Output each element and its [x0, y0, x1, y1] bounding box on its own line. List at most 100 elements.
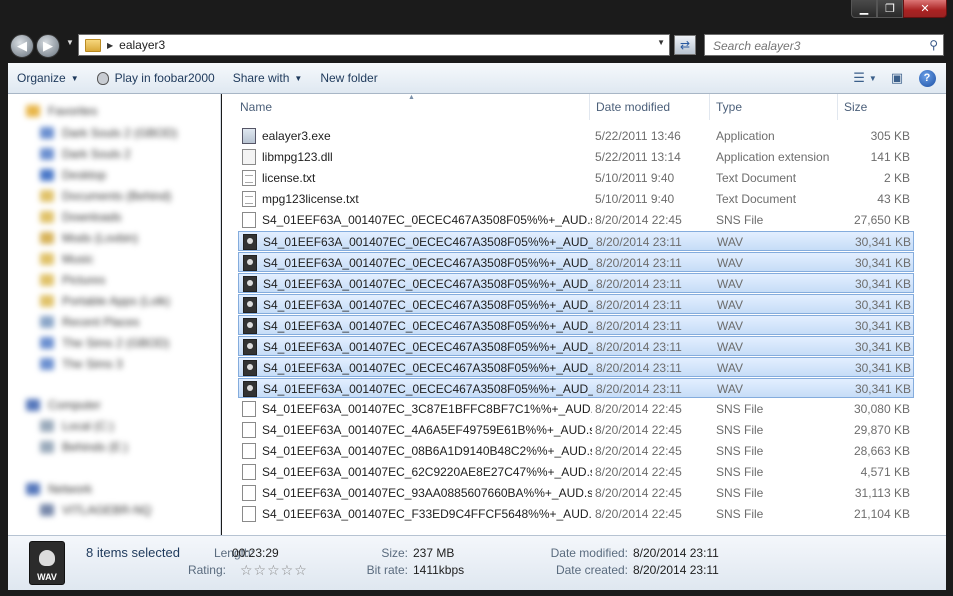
nav-item-label: VITLAGEBR-NQ — [62, 503, 152, 517]
column-date-header[interactable]: Date modified — [590, 94, 710, 120]
nav-item[interactable]: The Sims 3 — [40, 357, 123, 371]
address-bar[interactable]: ▶ ealayer3 ▼ — [78, 34, 670, 56]
file-name-cell: S4_01EEF63A_001407EC_0ECEC467A3508F05%%+… — [242, 210, 592, 230]
file-row[interactable]: mpg123license.txt 5/10/2011 9:40 Text Docu… — [238, 189, 914, 209]
maximize-button[interactable]: ❐ — [877, 0, 903, 18]
navigation-pane: Favorites Dark Souls 2 (GBOD) Dark Souls 2… — [8, 94, 221, 535]
nav-item-label: Local (C:) — [62, 419, 115, 433]
nav-item[interactable]: Behinds (E:) — [40, 440, 128, 454]
nav-item[interactable]: The Sims 2 (GBOD) — [40, 336, 169, 350]
nav-item-label: Network — [48, 482, 93, 496]
nav-item-label: Portable Apps (Lolk) — [62, 294, 171, 308]
file-row[interactable]: S4_01EEF63A_001407EC_3C87E1BFFC8BF7C1%%+… — [238, 399, 914, 419]
nav-item[interactable]: Dark Souls 2 (GBOD) — [40, 126, 177, 140]
nav-item-label: Pictures — [62, 273, 106, 287]
file-list: Name Date modified Type Size ▲ ealayer3.… — [222, 94, 946, 535]
recent-pages-dropdown[interactable]: ▼ — [66, 38, 74, 47]
file-row[interactable]: S4_01EEF63A_001407EC_0ECEC467A3508F05%%+… — [238, 378, 914, 398]
file-row[interactable]: S4_01EEF63A_001407EC_0ECEC467A3508F05%%+… — [238, 315, 914, 335]
nav-item[interactable]: Recent Places — [40, 315, 139, 329]
file-row[interactable]: S4_01EEF63A_001407EC_0ECEC467A3508F05%%+… — [238, 252, 914, 272]
file-row[interactable]: S4_01EEF63A_001407EC_0ECEC467A3508F05%%+… — [238, 231, 914, 251]
file-row[interactable]: S4_01EEF63A_001407EC_4A6A5EF49759E61B%%+… — [238, 420, 914, 440]
nav-item[interactable]: Documents (Behind) — [40, 189, 171, 203]
nav-item[interactable]: VITLAGEBR-NQ — [40, 503, 151, 517]
file-name: license.txt — [262, 171, 316, 185]
organize-button[interactable]: Organize ▼ — [8, 66, 88, 90]
nav-item-icon — [26, 483, 40, 495]
file-type: SNS File — [716, 507, 764, 521]
file-type: WAV — [717, 382, 743, 396]
nav-item[interactable]: Favorites — [26, 104, 97, 118]
search-input[interactable] — [711, 36, 925, 56]
file-type: SNS File — [716, 444, 764, 458]
file-date: 8/20/2014 23:11 — [596, 277, 682, 291]
column-type-header[interactable]: Type — [710, 94, 838, 120]
nav-item[interactable]: Dark Souls 2 — [40, 147, 131, 161]
new-folder-button[interactable]: New folder — [311, 66, 386, 90]
nav-item-icon — [40, 211, 54, 223]
rating-stars[interactable]: ☆☆☆☆☆ — [240, 562, 308, 579]
preview-pane-button[interactable]: ▣ — [884, 67, 910, 89]
file-row[interactable]: S4_01EEF63A_001407EC_93AA0885607660BA%%+… — [238, 483, 914, 503]
forward-button[interactable]: ▶ — [36, 34, 60, 58]
foobar-alien-icon — [96, 71, 109, 85]
nav-item[interactable]: Pictures — [40, 273, 105, 287]
share-with-button[interactable]: Share with ▼ — [224, 66, 312, 90]
breadcrumb-current[interactable]: ealayer3 — [119, 38, 165, 52]
refresh-icon: ⇄ — [679, 38, 691, 52]
nav-item[interactable]: Music — [40, 252, 93, 266]
organize-label: Organize — [17, 71, 66, 85]
column-size-header[interactable]: Size — [838, 94, 918, 120]
file-row[interactable]: S4_01EEF63A_001407EC_0ECEC467A3508F05%%+… — [238, 210, 914, 230]
nav-item[interactable]: Local (C:) — [40, 419, 114, 433]
file-name: S4_01EEF63A_001407EC_0ECEC467A3508F05%%+… — [263, 256, 593, 270]
file-row[interactable]: S4_01EEF63A_001407EC_62C9220AE8E27C47%%+… — [238, 462, 914, 482]
wav-file-icon — [243, 381, 257, 397]
file-type: WAV — [717, 235, 743, 249]
file-size: 30,341 KB — [854, 298, 911, 312]
refresh-button[interactable]: ⇄ — [674, 35, 696, 55]
nav-item[interactable]: Downloads — [40, 210, 121, 224]
minimize-button[interactable]: ▁ — [851, 0, 877, 18]
nav-item[interactable]: Portable Apps (Lolk) — [40, 294, 170, 308]
sns-file-icon — [242, 443, 256, 459]
file-row[interactable]: S4_01EEF63A_001407EC_0ECEC467A3508F05%%+… — [238, 336, 914, 356]
file-date: 8/20/2014 23:11 — [596, 298, 682, 312]
file-size: 30,341 KB — [854, 382, 911, 396]
nav-item-label: Downloads — [62, 210, 122, 224]
file-size: 27,650 KB — [853, 213, 910, 227]
wav-file-icon — [243, 339, 257, 355]
file-row[interactable]: S4_01EEF63A_001407EC_F33ED9C4FFCF5648%%+… — [238, 504, 914, 524]
nav-item-icon — [26, 105, 40, 117]
nav-item-icon — [40, 316, 54, 328]
wav-file-icon — [243, 234, 257, 250]
address-dropdown-icon[interactable]: ▼ — [657, 38, 665, 47]
file-row[interactable]: S4_01EEF63A_001407EC_0ECEC467A3508F05%%+… — [238, 357, 914, 377]
file-row[interactable]: S4_01EEF63A_001407EC_08B6A1D9140B48C2%%+… — [238, 441, 914, 461]
help-button[interactable]: ? — [914, 67, 940, 89]
file-date: 8/20/2014 23:11 — [596, 319, 682, 333]
play-button[interactable]: Play in foobar2000 — [88, 66, 224, 90]
forward-arrow-icon: ▶ — [43, 38, 53, 53]
search-icon[interactable]: ⚲ — [929, 38, 938, 52]
file-name: S4_01EEF63A_001407EC_62C9220AE8E27C47%%+… — [262, 465, 592, 479]
file-name-cell: S4_01EEF63A_001407EC_0ECEC467A3508F05%%+… — [243, 379, 593, 399]
back-button[interactable]: ◀ — [10, 34, 34, 58]
nav-item[interactable]: Computer — [26, 398, 101, 412]
file-row[interactable]: S4_01EEF63A_001407EC_0ECEC467A3508F05%%+… — [238, 273, 914, 293]
close-button[interactable]: ✕ — [903, 0, 947, 18]
file-size: 305 KB — [870, 129, 910, 143]
file-row[interactable]: license.txt 5/10/2011 9:40 Text Document 2 … — [238, 168, 914, 188]
file-row[interactable]: ealayer3.exe 5/22/2011 13:46 Application 30… — [238, 126, 914, 146]
nav-item[interactable]: Mods (Lovbin) — [40, 231, 138, 245]
search-box[interactable]: ⚲ — [704, 34, 944, 56]
file-name-cell: S4_01EEF63A_001407EC_4A6A5EF49759E61B%%+… — [242, 420, 592, 440]
file-date: 8/20/2014 22:45 — [595, 444, 682, 458]
breadcrumb-separator-icon[interactable]: ▶ — [107, 41, 113, 50]
nav-item[interactable]: Desktop — [40, 168, 106, 182]
file-row[interactable]: libmpg123.dll 5/22/2011 13:14 Application … — [238, 147, 914, 167]
nav-item[interactable]: Network — [26, 482, 92, 496]
view-options-button[interactable]: ☰ ▼ — [852, 67, 878, 89]
file-row[interactable]: S4_01EEF63A_001407EC_0ECEC467A3508F05%%+… — [238, 294, 914, 314]
